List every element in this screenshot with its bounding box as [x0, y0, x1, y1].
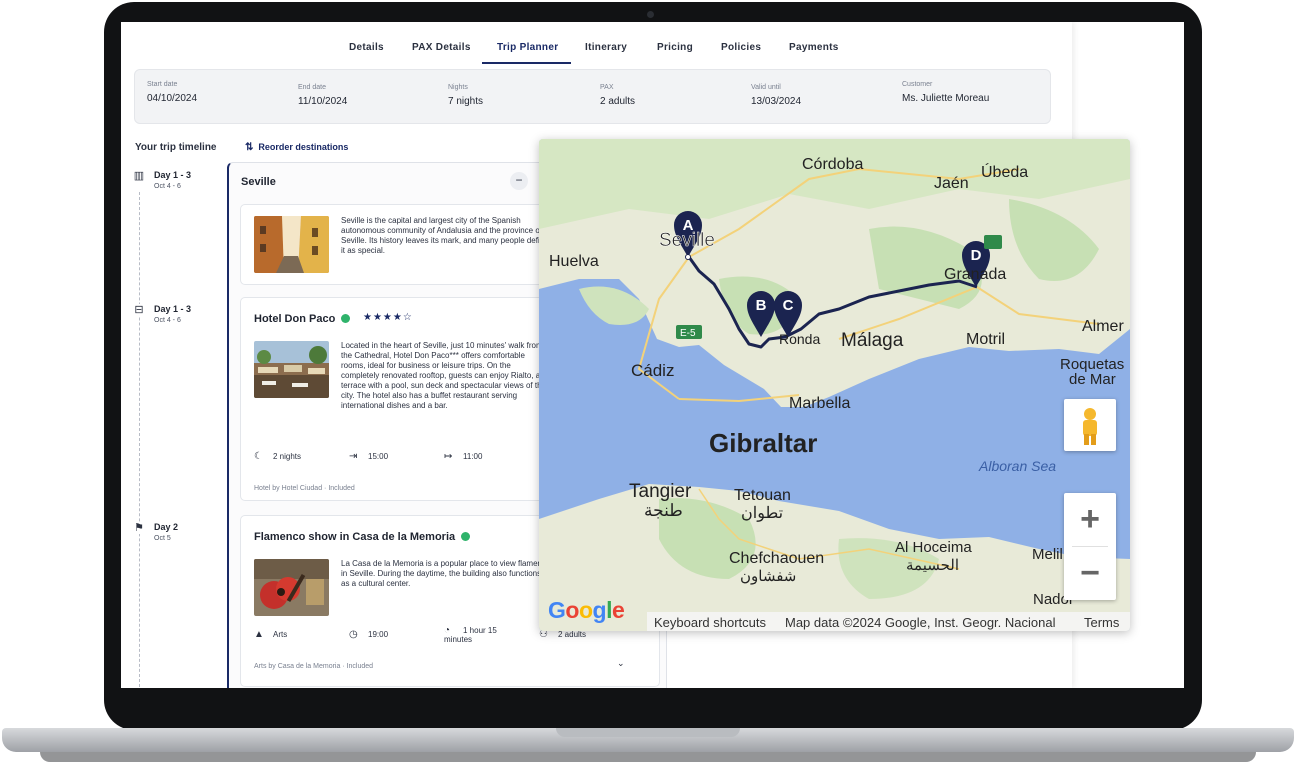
reorder-icon: ⇅: [245, 142, 254, 153]
destination-title: Seville: [241, 176, 276, 188]
laptop-notch: [556, 728, 740, 737]
bed-icon: ⊟: [133, 304, 145, 316]
activity-duration: ◔ 1 hour 15 minutes: [444, 625, 497, 645]
svg-text:Motril: Motril: [966, 331, 1005, 348]
zoom-controls: + −: [1064, 493, 1116, 600]
clock-icon: ◷: [349, 629, 358, 640]
street-view-pegman-icon[interactable]: [1064, 399, 1116, 451]
checkin-icon: ⇥: [349, 451, 358, 462]
laptop-shadow: [40, 752, 1256, 762]
map-attribution-bar: Keyboard shortcuts Map data ©2024 Google…: [647, 612, 1130, 631]
terms-link[interactable]: Terms: [1084, 615, 1119, 630]
app-screen: Details PAX Details Trip Planner Itinera…: [121, 22, 1184, 688]
reorder-label: Reorder destinations: [258, 142, 349, 152]
svg-text:شفشاون: شفشاون: [740, 568, 796, 585]
tab-pax-details[interactable]: PAX Details: [412, 42, 471, 53]
map-data-attribution: Map data ©2024 Google, Inst. Geogr. Naci…: [785, 615, 1056, 630]
hotel-provider: Hotel by Hotel Ciudad · Included: [254, 485, 355, 492]
svg-text:Al Hoceima: Al Hoceima: [895, 539, 972, 556]
tab-payments[interactable]: Payments: [789, 42, 839, 53]
svg-text:الحسيمة: الحسيمة: [906, 557, 959, 574]
svg-text:D: D: [971, 247, 982, 264]
tab-bar: Details PAX Details Trip Planner Itinera…: [121, 36, 1072, 64]
moon-icon: ☾: [254, 451, 263, 462]
svg-text:Granada: Granada: [944, 266, 1006, 283]
svg-text:Úbeda: Úbeda: [981, 162, 1028, 181]
svg-text:Chefchaouen: Chefchaouen: [729, 550, 824, 567]
svg-text:Jaén: Jaén: [934, 175, 969, 192]
zoom-out-button[interactable]: −: [1064, 547, 1116, 600]
svg-text:Gibraltar: Gibraltar: [709, 428, 817, 458]
valid-until: Valid until 13/03/2024: [751, 84, 802, 107]
google-logo: Google: [548, 597, 625, 623]
hotel-checkin: ⇥ 15:00: [349, 451, 389, 462]
activity-name: Flamenco show in Casa de la Memoria: [254, 531, 471, 543]
svg-text:Tangier: Tangier: [629, 481, 692, 502]
collapse-button[interactable]: −: [510, 172, 528, 190]
svg-text:Tetouan: Tetouan: [734, 487, 791, 504]
svg-text:Melil: Melil: [1032, 546, 1063, 563]
svg-text:Córdoba: Córdoba: [802, 156, 863, 173]
svg-text:Cádiz: Cádiz: [631, 361, 674, 380]
tab-pricing[interactable]: Pricing: [657, 42, 693, 53]
pax: PAX 2 adults: [600, 84, 636, 107]
svg-text:B: B: [756, 297, 767, 314]
duration-icon: ◔: [444, 625, 451, 636]
status-dot: [341, 314, 351, 323]
svg-text:تطوان: تطوان: [741, 505, 783, 522]
zoom-in-button[interactable]: +: [1064, 493, 1116, 546]
flag-icon: ⚑: [133, 522, 145, 534]
timeline-line: [139, 192, 140, 688]
hotel-nights: ☾ 2 nights: [254, 451, 302, 462]
seville-street-image: [254, 216, 329, 273]
hotel-image: [254, 341, 329, 398]
destination-description: Seville is the capital and largest city …: [341, 216, 549, 255]
svg-text:Almer: Almer: [1082, 318, 1124, 335]
tab-policies[interactable]: Policies: [721, 42, 761, 53]
activity-description: La Casa de la Memoria is a popular place…: [341, 559, 551, 588]
hotel-rating-stars: ★★★★☆: [363, 312, 413, 323]
route-map[interactable]: A B C D Córdoba Jaén Úbeda Seville Huelv…: [539, 139, 1130, 631]
end-date: End date 11/10/2024: [298, 84, 348, 107]
svg-text:Marbella: Marbella: [789, 395, 850, 412]
hotel-name: Hotel Don Paco: [254, 313, 351, 325]
svg-text:C: C: [783, 297, 794, 314]
building-icon: ▥: [133, 170, 145, 182]
status-dot: [461, 532, 471, 541]
svg-text:de Mar: de Mar: [1069, 371, 1116, 388]
tab-trip-planner[interactable]: Trip Planner: [497, 42, 558, 53]
customer: Customer Ms. Juliette Moreau: [902, 81, 990, 104]
tab-details[interactable]: Details: [349, 42, 384, 53]
activity-category: ▲ Arts: [254, 629, 288, 640]
svg-text:Huelva: Huelva: [549, 253, 599, 270]
hotel-description: Located in the heart of Seville, just 10…: [341, 341, 546, 410]
checkout-icon: ↦: [444, 451, 453, 462]
svg-text:E-5: E-5: [680, 328, 696, 339]
chevron-down-icon[interactable]: ⌄: [617, 658, 625, 669]
tab-itinerary[interactable]: Itinerary: [585, 42, 627, 53]
hotel-checkout: ↦ 11:00: [444, 451, 483, 462]
reorder-destinations-button[interactable]: ⇅ Reorder destinations: [245, 142, 348, 153]
flamenco-image: [254, 559, 329, 616]
active-tab-indicator: [482, 62, 571, 64]
nights: Nights 7 nights: [448, 84, 484, 107]
svg-text:طنجة: طنجة: [644, 501, 683, 520]
trip-summary: Start date 04/10/2024 End date 11/10/202…: [134, 69, 1051, 124]
activity-provider: Arts by Casa de la Memoria · Included: [254, 663, 374, 670]
start-date: Start date 04/10/2024: [147, 81, 198, 104]
svg-text:Málaga: Málaga: [841, 330, 904, 351]
timeline-title: Your trip timeline: [135, 142, 217, 153]
shapes-icon: ▲: [254, 629, 264, 640]
svg-text:Ronda: Ronda: [779, 331, 820, 347]
activity-time: ◷ 19:00: [349, 629, 389, 640]
svg-text:Alboran Sea: Alboran Sea: [978, 458, 1056, 474]
camera-icon: [647, 11, 654, 18]
svg-text:Seville: Seville: [659, 230, 715, 251]
keyboard-shortcuts-link[interactable]: Keyboard shortcuts: [654, 615, 766, 630]
